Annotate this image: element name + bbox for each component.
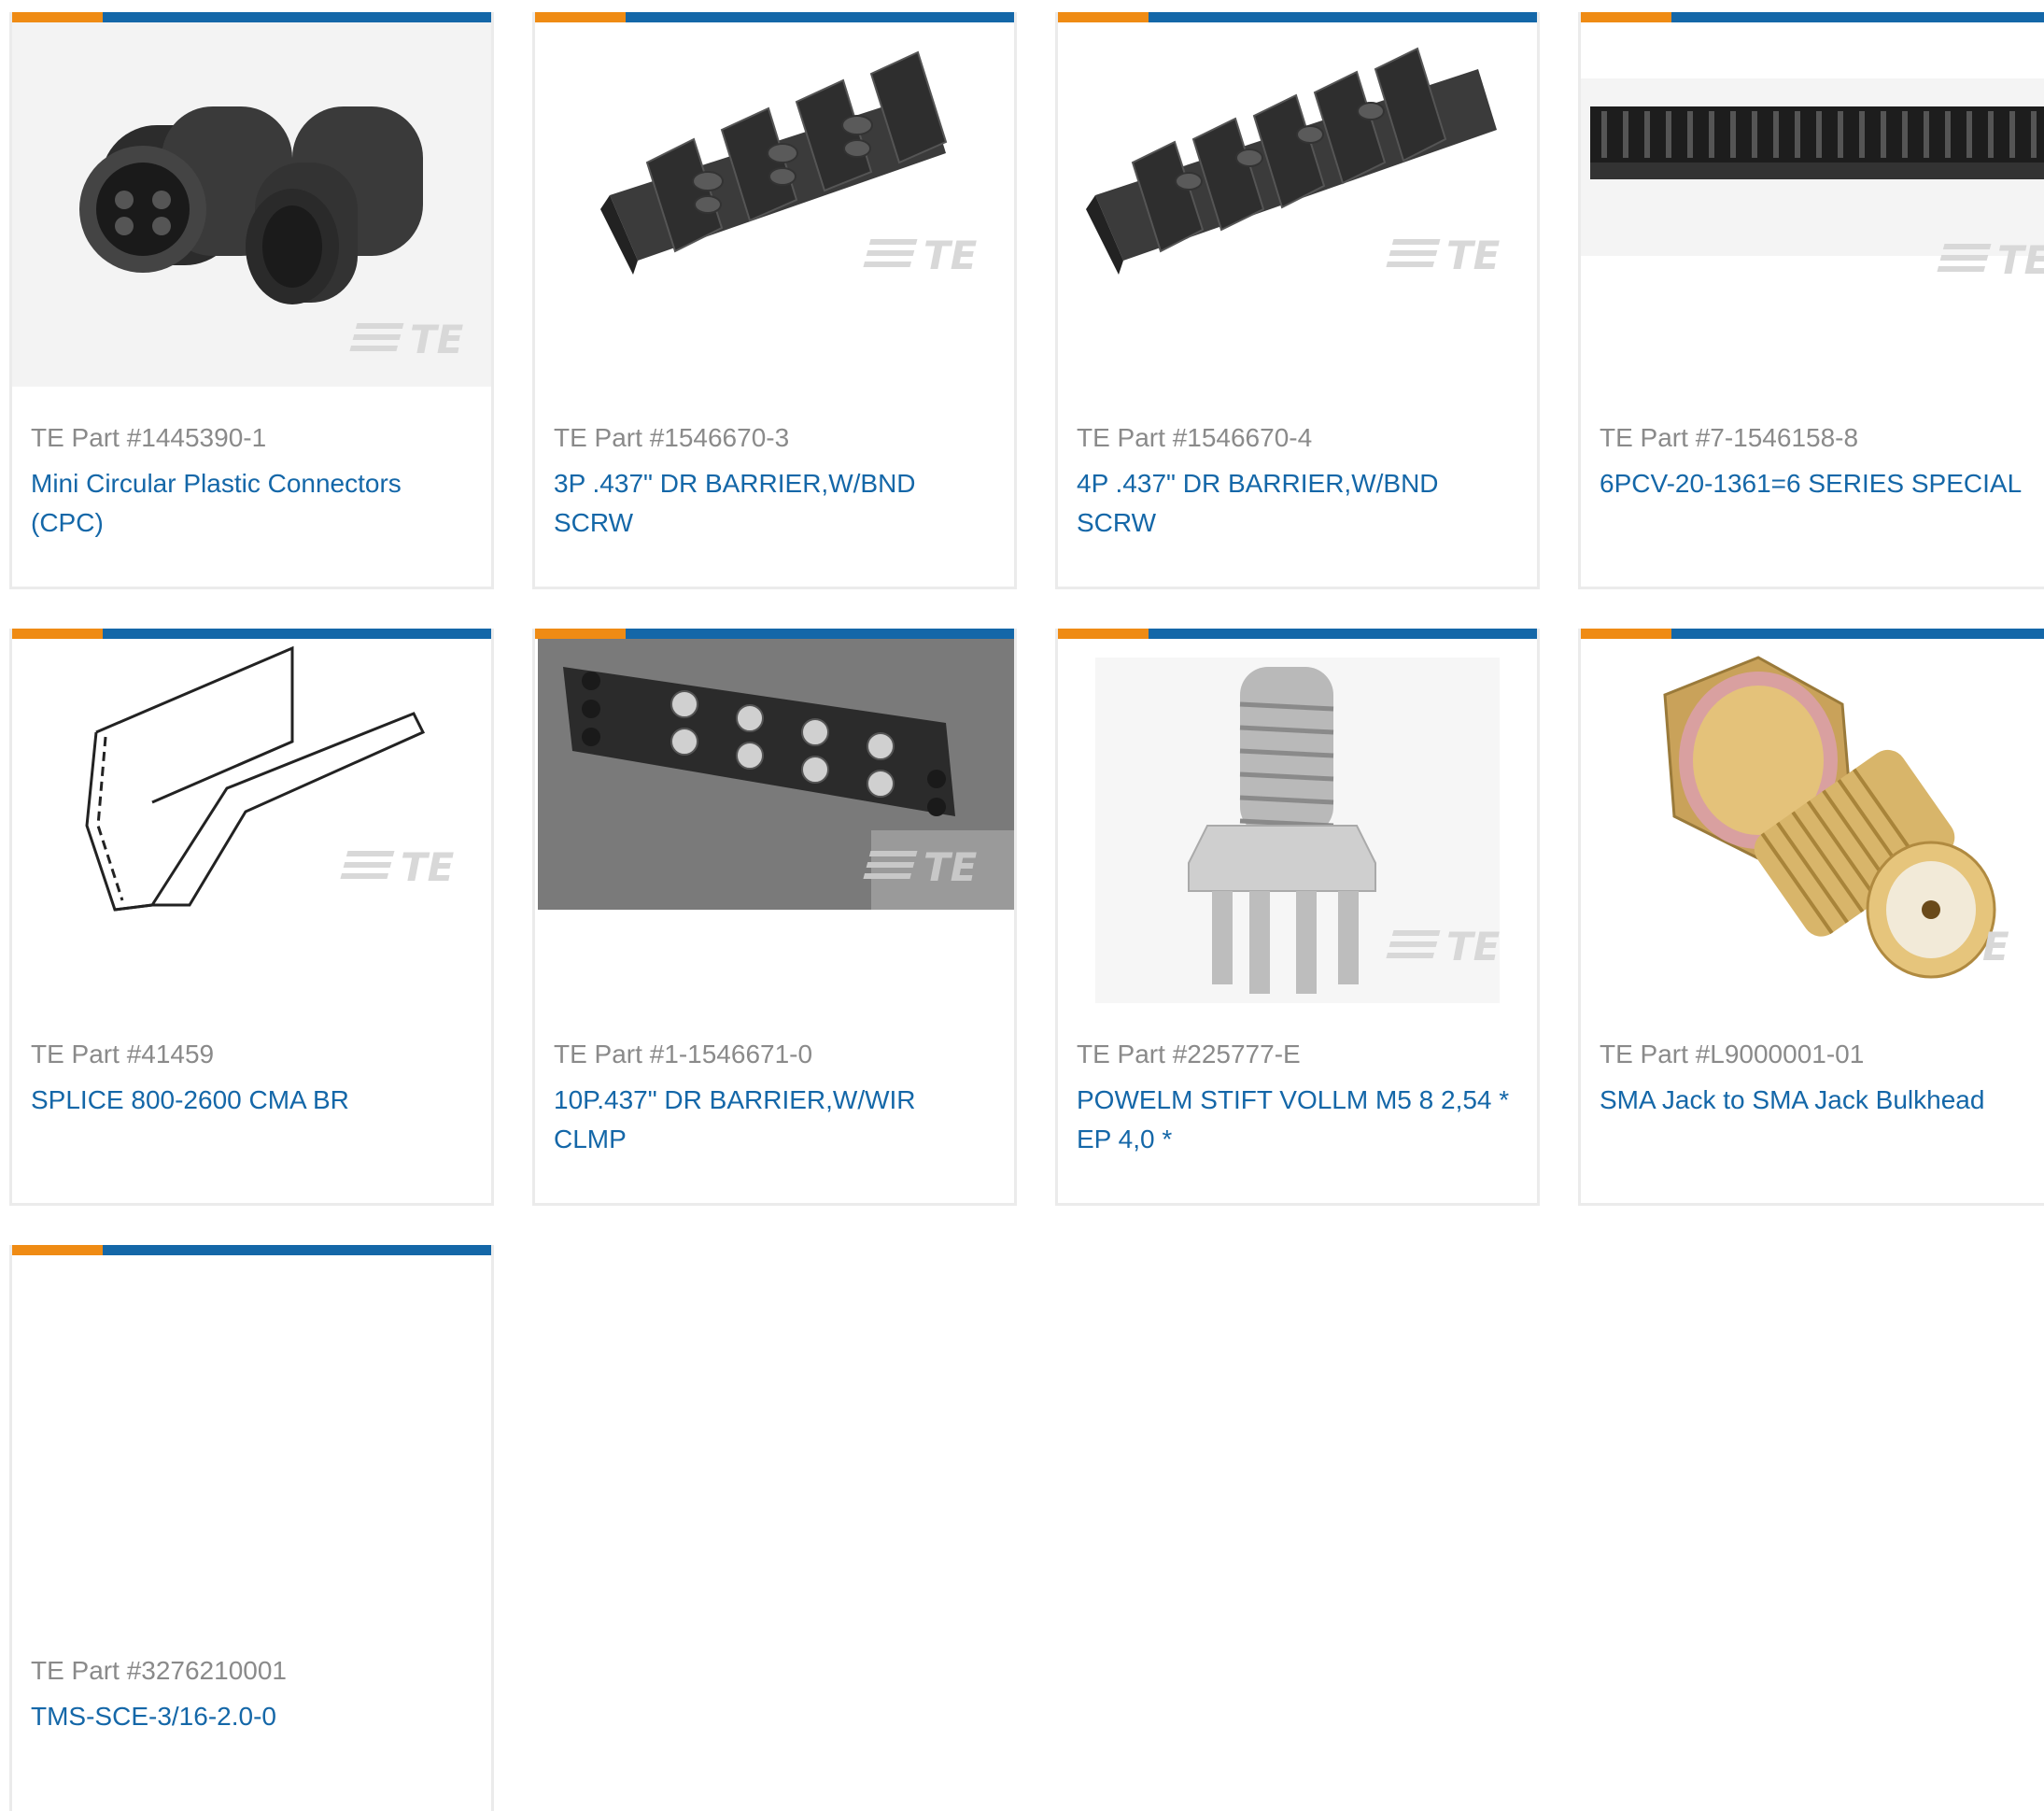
svg-text:TE: TE: [410, 317, 464, 362]
part-number: TE Part #225777-E: [1077, 1040, 1301, 1068]
product-name-link[interactable]: 4P .437" DR BARRIER,W/BND SCRW: [1077, 464, 1515, 543]
part-number: TE Part #1546670-4: [1077, 423, 1313, 452]
product-name-link[interactable]: TMS-SCE-3/16-2.0-0: [31, 1697, 470, 1736]
card-accent-bar: [535, 12, 1014, 22]
product-name-link[interactable]: SPLICE 800-2600 CMA BR: [31, 1081, 470, 1120]
card-accent-bar: [1058, 629, 1537, 639]
svg-text:TE: TE: [1446, 233, 1501, 278]
part-number: TE Part #L9000001-01: [1600, 1040, 1865, 1068]
product-card[interactable]: TE TE Part #1-1546671-0 10P.437" DR BARR…: [532, 629, 1017, 1206]
svg-text:TE: TE: [1997, 237, 2044, 283]
card-accent-bar: [12, 1245, 491, 1255]
card-accent-bar: [535, 629, 1014, 639]
card-accent-bar: [1058, 12, 1537, 22]
product-name-link[interactable]: 3P .437" DR BARRIER,W/BND SCRW: [554, 464, 993, 543]
svg-text:TE: TE: [1446, 924, 1501, 969]
card-accent-bar: [1581, 629, 2044, 639]
product-card[interactable]: TE TE Part #225777-E POWELM STIFT VOLLM …: [1055, 629, 1540, 1206]
product-name-link[interactable]: 6PCV-20-1361=6 SERIES SPECIAL: [1600, 464, 2038, 503]
threaded-stud-icon[interactable]: TE: [1058, 639, 1537, 1012]
product-card[interactable]: TE TE Part #1546670-3 3P .437" DR BARRIE…: [532, 12, 1017, 589]
svg-text:E: E: [1982, 924, 2009, 969]
part-number: TE Part #1-1546671-0: [554, 1040, 813, 1068]
product-card[interactable]: TE TE Part #1445390-1 Mini Circular Plas…: [9, 12, 494, 589]
part-number: TE Part #1445390-1: [31, 423, 267, 452]
svg-text:TE: TE: [401, 844, 455, 890]
sma-jack-icon[interactable]: E: [1581, 639, 2044, 1012]
svg-text:TE: TE: [923, 844, 978, 890]
product-name-link[interactable]: SMA Jack to SMA Jack Bulkhead: [1600, 1081, 2038, 1120]
barrier-terminal-block-icon[interactable]: TE: [535, 22, 1014, 396]
barrier-terminal-block-icon[interactable]: TE: [1058, 22, 1537, 396]
part-number: TE Part #41459: [31, 1040, 215, 1068]
part-number: TE Part #7-1546158-8: [1600, 423, 1859, 452]
product-image-placeholder[interactable]: [12, 1255, 491, 1629]
card-accent-bar: [12, 12, 491, 22]
splice-drawing-icon[interactable]: TE: [12, 639, 491, 1012]
terminal-block-photo-icon[interactable]: TE: [535, 639, 1014, 1012]
svg-text:TE: TE: [923, 233, 978, 278]
product-card[interactable]: TE TE Part #1546670-4 4P .437" DR BARRIE…: [1055, 12, 1540, 589]
card-accent-bar: [12, 629, 491, 639]
product-card[interactable]: TE TE Part #7-1546158-8 6PCV-20-1361=6 S…: [1578, 12, 2044, 589]
product-name-link[interactable]: 10P.437" DR BARRIER,W/WIR CLMP: [554, 1081, 993, 1159]
part-number: TE Part #1546670-3: [554, 423, 790, 452]
product-card[interactable]: TE TE Part #41459 SPLICE 800-2600 CMA BR: [9, 629, 494, 1206]
product-grid: TE TE Part #1445390-1 Mini Circular Plas…: [0, 0, 2044, 1811]
product-name-link[interactable]: Mini Circular Plastic Connectors (CPC): [31, 464, 470, 543]
circular-connector-icon[interactable]: TE: [12, 22, 491, 396]
product-name-link[interactable]: POWELM STIFT VOLLM M5 8 2,54 * EP 4,0 *: [1077, 1081, 1515, 1159]
card-accent-bar: [1581, 12, 2044, 22]
product-card[interactable]: TE Part #3276210001 TMS-SCE-3/16-2.0-0: [9, 1245, 494, 1811]
part-number: TE Part #3276210001: [31, 1656, 287, 1685]
product-card[interactable]: E TE Part #L9000001-01 SMA Jack to SMA J…: [1578, 629, 2044, 1206]
pcb-terminal-strip-icon[interactable]: TE: [1581, 22, 2044, 396]
